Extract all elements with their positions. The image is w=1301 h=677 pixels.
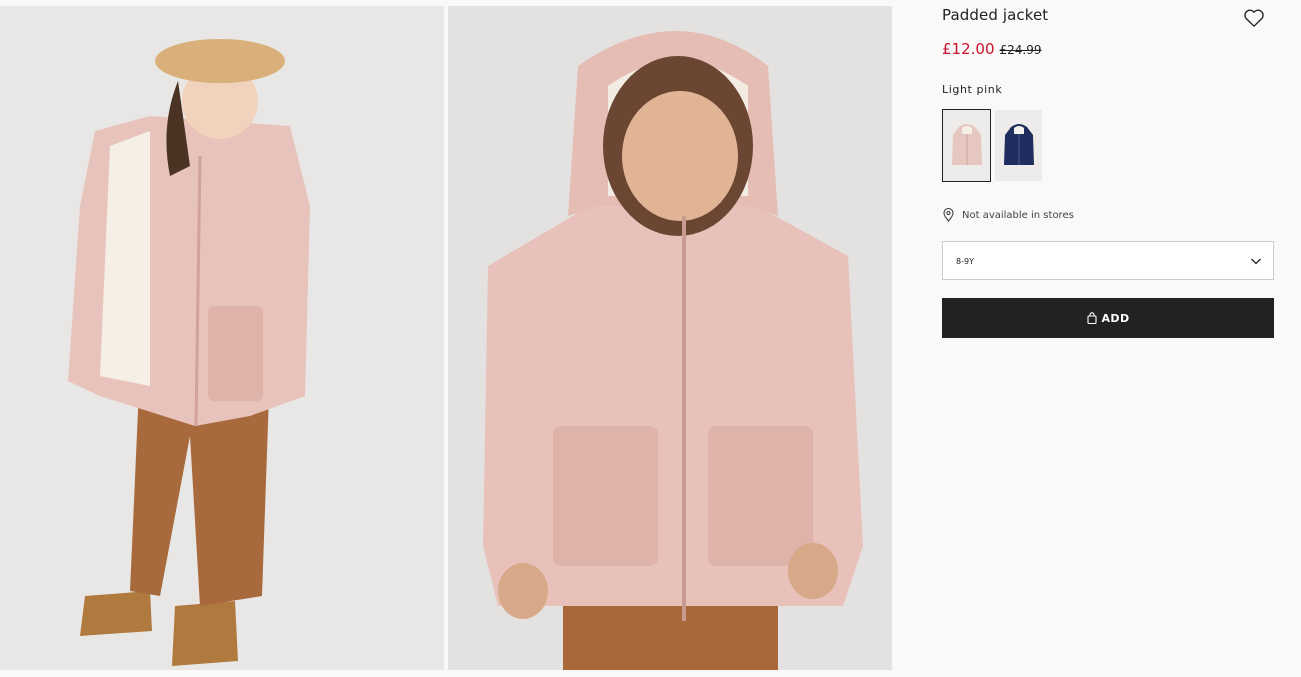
product-title: Padded jacket (942, 6, 1049, 24)
store-availability-text: Not available in stores (962, 209, 1074, 221)
selected-size: 8-9Y (956, 257, 974, 266)
heart-outline-icon (1244, 9, 1264, 27)
color-swatches (942, 109, 1042, 182)
chevron-down-icon (1251, 258, 1261, 265)
swatch-light-pink[interactable] (942, 109, 991, 182)
jacket-thumbnail-blue (1003, 123, 1034, 165)
selected-color-name: Light pink (942, 83, 1003, 96)
location-pin-icon (943, 208, 954, 222)
product-photo-illustration (0, 6, 444, 670)
product-image-closeup[interactable] (448, 6, 892, 670)
sale-price: £12.00 (942, 40, 995, 58)
jacket-thumbnail-pink (951, 123, 982, 165)
add-to-bag-button[interactable]: ADD (942, 298, 1274, 338)
price-row: £12.00 £24.99 (942, 40, 1042, 58)
original-price: £24.99 (999, 43, 1042, 57)
size-dropdown[interactable]: 8-9Y (942, 241, 1274, 280)
favourite-button[interactable] (1242, 6, 1266, 30)
product-photo-illustration (448, 6, 892, 670)
product-image-full-outfit[interactable] (0, 6, 444, 670)
store-availability: Not available in stores (942, 208, 1074, 222)
add-button-label: ADD (1101, 311, 1130, 325)
shopping-bag-icon (1086, 312, 1097, 324)
swatch-dark-blue[interactable] (995, 110, 1042, 181)
